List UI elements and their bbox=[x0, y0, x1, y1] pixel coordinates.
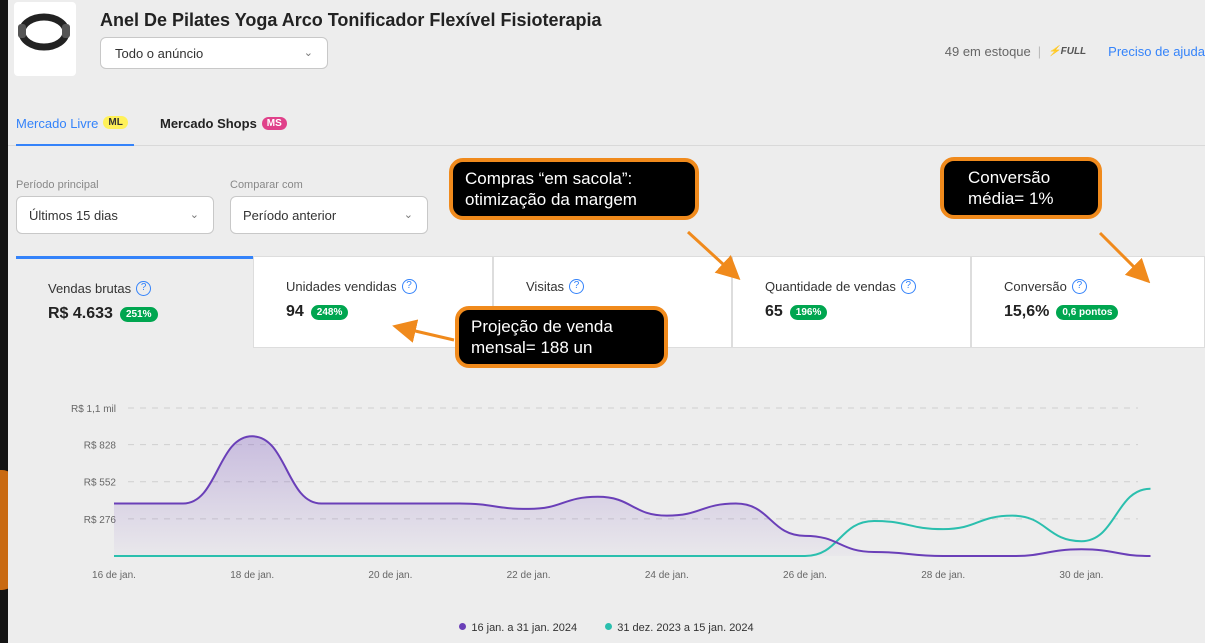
legend-dot bbox=[459, 623, 467, 630]
y-tick-label: R$ 552 bbox=[84, 478, 117, 489]
marketplace-tabs: Mercado Livre ML Mercado Shops MS bbox=[8, 116, 1205, 146]
x-tick-label: 30 de jan. bbox=[1059, 570, 1103, 581]
metric-value: 94 248% bbox=[286, 303, 349, 321]
x-tick-label: 18 de jan. bbox=[230, 570, 274, 581]
tab-label: Mercado Shops bbox=[160, 116, 257, 131]
change-badge: 0,6 pontos bbox=[1056, 304, 1119, 320]
metric-card-vendas-brutas[interactable]: Vendas brutas? R$ 4.633 251% bbox=[16, 256, 253, 348]
compare-value: Período anterior bbox=[243, 208, 337, 223]
metric-label: Quantidade de vendas? bbox=[765, 279, 916, 294]
change-badge: 196% bbox=[789, 304, 828, 320]
product-title: Anel De Pilates Yoga Arco Tonificador Fl… bbox=[100, 10, 602, 30]
chevron-down-icon: ⌄ bbox=[189, 209, 199, 221]
stock-count: 49 em estoque bbox=[944, 44, 1031, 59]
help-link[interactable]: Preciso de ajuda bbox=[1108, 44, 1205, 59]
tab-mercado-shops[interactable]: Mercado Shops MS bbox=[160, 116, 287, 131]
callout-projecao: Projeção de venda mensal= 188 un bbox=[455, 306, 668, 368]
chart-legend: 16 jan. a 31 jan. 2024 31 dez. 2023 a 15… bbox=[8, 622, 1205, 634]
x-tick-label: 24 de jan. bbox=[645, 570, 689, 581]
y-tick-label: R$ 828 bbox=[84, 441, 117, 452]
tab-mercado-livre[interactable]: Mercado Livre ML bbox=[16, 116, 134, 146]
callout-conversao: Conversão média= 1% bbox=[940, 157, 1102, 219]
x-tick-label: 16 de jan. bbox=[92, 570, 136, 581]
ml-badge: ML bbox=[103, 116, 128, 129]
legend-item-previous: 31 dez. 2023 a 15 jan. 2024 bbox=[605, 622, 754, 634]
divider: | bbox=[1037, 44, 1042, 59]
metric-label: Vendas brutas? bbox=[48, 281, 152, 296]
ad-filter-select[interactable]: Todo o anúncio ⌄ bbox=[100, 37, 328, 69]
y-tick-label: R$ 1,1 mil bbox=[71, 404, 116, 415]
series-area-current bbox=[114, 436, 1151, 556]
product-thumbnail bbox=[14, 2, 76, 76]
change-badge: 251% bbox=[119, 306, 158, 322]
metric-label: Unidades vendidas? bbox=[286, 279, 417, 294]
chevron-down-icon: ⌄ bbox=[303, 47, 313, 59]
help-icon[interactable]: ? bbox=[401, 279, 417, 294]
x-tick-label: 20 de jan. bbox=[368, 570, 412, 581]
legend-item-current: 16 jan. a 31 jan. 2024 bbox=[459, 622, 577, 634]
compare-label: Comparar com bbox=[230, 179, 303, 191]
metric-value: R$ 4.633 251% bbox=[48, 305, 158, 323]
callout-sacola: Compras “em sacola”: otimização da marge… bbox=[449, 158, 699, 220]
help-icon[interactable]: ? bbox=[569, 279, 585, 294]
sales-chart: R$ 1,1 mil R$ 828 R$ 552 R$ 276 16 de jan. 18… bbox=[71, 404, 1151, 581]
analytics-page: Anel De Pilates Yoga Arco Tonificador Fl… bbox=[8, 0, 1205, 643]
metric-card-conversao[interactable]: Conversão? 15,6% 0,6 pontos bbox=[971, 256, 1205, 348]
ms-badge: MS bbox=[261, 117, 287, 130]
metric-value: 15,6% 0,6 pontos bbox=[1004, 303, 1119, 321]
screenshot-frame: Anel De Pilates Yoga Arco Tonificador Fl… bbox=[0, 0, 1205, 643]
full-label: FULL bbox=[1060, 46, 1087, 57]
x-tick-label: 26 de jan. bbox=[783, 570, 827, 581]
main-period-label: Período principal bbox=[16, 179, 99, 191]
help-icon[interactable]: ? bbox=[1071, 279, 1087, 294]
main-period-value: Últimos 15 dias bbox=[29, 208, 118, 223]
metric-label: Conversão? bbox=[1004, 279, 1087, 294]
main-period-select[interactable]: Últimos 15 dias ⌄ bbox=[16, 196, 214, 234]
ad-filter-value: Todo o anúncio bbox=[115, 46, 204, 61]
metric-value: 65 196% bbox=[765, 303, 828, 321]
help-icon[interactable]: ? bbox=[136, 281, 152, 296]
metric-card-quantidade-vendas[interactable]: Quantidade de vendas? 65 196% bbox=[732, 256, 971, 348]
x-tick-label: 22 de jan. bbox=[507, 570, 551, 581]
compare-select[interactable]: Período anterior ⌄ bbox=[230, 196, 428, 234]
metric-label: Visitas? bbox=[526, 279, 585, 294]
chevron-down-icon: ⌄ bbox=[403, 209, 413, 221]
change-badge: 248% bbox=[310, 304, 349, 320]
legend-dot bbox=[605, 623, 613, 630]
pilates-ring-icon bbox=[18, 13, 70, 51]
lightning-icon: ⚡ bbox=[1048, 46, 1061, 57]
stock-info: 49 em estoque | ⚡FULL Preciso de ajuda bbox=[945, 44, 1205, 59]
tab-label: Mercado Livre bbox=[16, 116, 99, 131]
help-icon[interactable]: ? bbox=[900, 279, 916, 294]
y-tick-label: R$ 276 bbox=[84, 515, 117, 526]
full-badge: ⚡FULL bbox=[1048, 46, 1086, 57]
x-tick-label: 28 de jan. bbox=[921, 570, 965, 581]
